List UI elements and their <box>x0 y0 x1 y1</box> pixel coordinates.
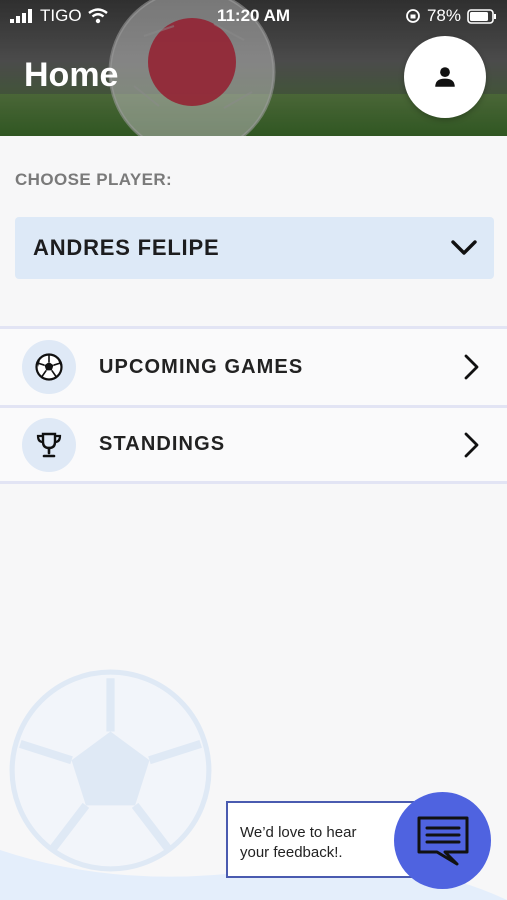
menu-label-standings: STANDINGS <box>99 433 226 455</box>
status-right: 78% <box>405 6 497 26</box>
status-bar: TIGO 11:20 AM 78% <box>0 0 507 30</box>
chevron-down-icon <box>451 240 477 255</box>
page-title: Home <box>24 56 119 94</box>
feedback-line-2: your feedback!. <box>240 844 343 861</box>
chat-icon <box>417 816 468 865</box>
feedback-prompt[interactable]: We’d love to hear your feedback!. <box>226 801 414 878</box>
feedback-line-1: We’d love to hear <box>240 824 357 841</box>
menu-icon-circle <box>22 417 76 472</box>
player-select[interactable]: ANDRES FELIPE <box>15 217 494 279</box>
choose-player-label: CHOOSE PLAYER: <box>15 170 173 189</box>
battery-icon <box>467 8 496 24</box>
menu-label-upcoming-games: UPCOMING GAMES <box>99 355 304 378</box>
menu-item-standings[interactable]: STANDINGS <box>0 405 507 484</box>
person-icon <box>435 67 455 87</box>
soccer-ball-icon <box>35 353 63 381</box>
chevron-right-icon <box>464 432 479 457</box>
battery-percent: 78% <box>426 6 461 25</box>
chat-button[interactable] <box>394 792 491 889</box>
orientation-lock-icon <box>406 9 420 23</box>
menu-list: UPCOMING GAMES STANDINGS <box>0 326 507 484</box>
trophy-icon <box>36 432 62 457</box>
menu-item-upcoming-games[interactable]: UPCOMING GAMES <box>0 326 507 405</box>
selected-player: ANDRES FELIPE <box>33 235 220 260</box>
menu-icon-circle <box>22 340 76 394</box>
profile-button[interactable] <box>404 36 486 118</box>
chevron-right-icon <box>464 354 479 380</box>
